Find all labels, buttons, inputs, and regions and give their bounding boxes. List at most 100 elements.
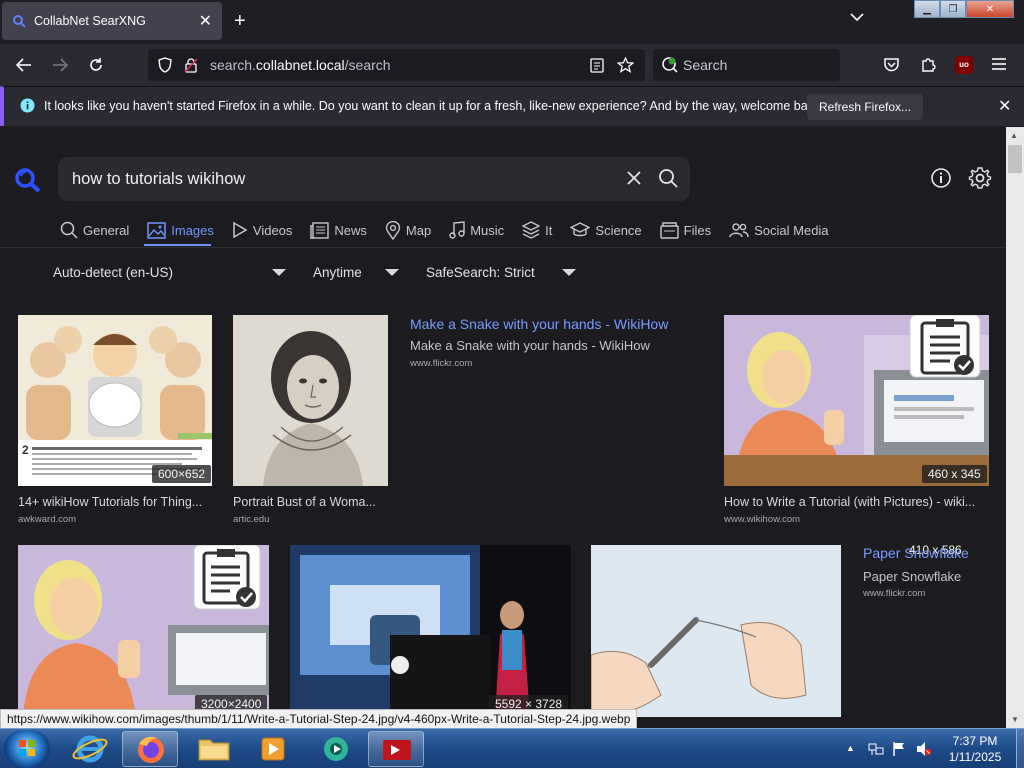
extensions-puzzle-icon[interactable]: [920, 56, 937, 73]
tab-general-label: General: [83, 222, 130, 238]
safesearch-select[interactable]: SafeSearch: Strict: [426, 265, 535, 280]
taskbar-firefox[interactable]: [122, 731, 178, 767]
media-player-icon: [261, 737, 285, 761]
pocket-icon[interactable]: [883, 57, 900, 73]
searxng-logo-icon[interactable]: [14, 167, 42, 193]
tab-images[interactable]: Images: [147, 221, 214, 239]
safesearch-dropdown-icon[interactable]: [562, 269, 576, 276]
forward-button[interactable]: [48, 54, 72, 76]
reload-button[interactable]: [84, 54, 108, 76]
people-icon: [729, 223, 749, 238]
network-icon[interactable]: [868, 742, 884, 756]
windows-logo-icon: [19, 740, 35, 756]
window-minimize-button[interactable]: ▁: [914, 0, 940, 18]
refresh-firefox-button[interactable]: Refresh Firefox...: [807, 94, 924, 120]
bookmark-star-icon[interactable]: [617, 57, 634, 73]
window-close-button[interactable]: ✕: [966, 0, 1014, 18]
search-submit-icon[interactable]: [658, 168, 678, 188]
ublock-origin-icon[interactable]: uo: [955, 56, 973, 74]
insecure-lock-icon[interactable]: [184, 57, 198, 73]
list-all-tabs-icon[interactable]: [850, 12, 864, 22]
language-select[interactable]: Auto-detect (en-US): [53, 265, 173, 280]
category-tabs: General Images Videos News Map Music It: [60, 219, 847, 241]
tab-searxng[interactable]: CollabNet SearXNG ✕: [2, 2, 222, 40]
reader-view-icon[interactable]: [590, 58, 604, 73]
result-image-1[interactable]: 2: [18, 315, 212, 486]
show-hidden-icons-icon[interactable]: ▲: [846, 743, 855, 753]
window-restore-button[interactable]: ❐: [940, 0, 966, 18]
address-bar[interactable]: search.collabnet.local/search: [148, 49, 645, 81]
time-range-dropdown-icon[interactable]: [385, 269, 399, 276]
tab-music[interactable]: Music: [449, 221, 504, 239]
searxng-favicon-icon: [13, 15, 26, 28]
action-center-flag-icon[interactable]: [892, 741, 906, 757]
internet-explorer-icon: [72, 735, 108, 763]
result-image-7[interactable]: [591, 545, 841, 717]
image-icon: [147, 221, 166, 239]
taskbar-clock[interactable]: 7:37 PM 1/11/2025: [934, 733, 1016, 765]
tab-it[interactable]: It: [522, 221, 552, 239]
result-subtitle-8: Paper Snowflake: [863, 569, 962, 584]
web-search-box[interactable]: Search: [653, 49, 840, 81]
link-status-bar: https://www.wikihow.com/images/thumb/1/1…: [0, 709, 638, 729]
page-scrollbar[interactable]: ▲: [1006, 127, 1024, 717]
search-query-box[interactable]: how to tutorials wikihow: [58, 157, 690, 201]
clock-time: 7:37 PM: [952, 734, 998, 748]
tab-videos[interactable]: Videos: [232, 222, 293, 238]
result-image-4[interactable]: [724, 315, 989, 486]
language-dropdown-icon[interactable]: [272, 269, 286, 276]
result-source-1: awkward.com: [18, 514, 77, 525]
hamburger-menu-icon[interactable]: [992, 58, 1006, 70]
time-range-select[interactable]: Anytime: [313, 265, 362, 280]
taskbar-red-app[interactable]: [368, 731, 424, 767]
notification-message: It looks like you haven't started Firefo…: [44, 99, 824, 113]
tab-files-label: Files: [683, 222, 712, 238]
notification-close-icon[interactable]: ✕: [998, 96, 1011, 116]
about-info-icon[interactable]: [930, 167, 952, 189]
preferences-gear-icon[interactable]: [968, 166, 992, 190]
tab-it-label: It: [545, 222, 553, 238]
result-title-1[interactable]: 14+ wikiHow Tutorials for Thing...: [18, 495, 212, 509]
taskbar-media-player[interactable]: [245, 731, 301, 767]
result-image-5[interactable]: [18, 545, 269, 717]
tab-videos-label: Videos: [252, 222, 293, 238]
tab-files[interactable]: Files: [659, 221, 712, 239]
tab-close-icon[interactable]: ✕: [199, 11, 212, 31]
files-icon: [659, 221, 679, 239]
scroll-up-arrow-icon[interactable]: ▲: [1010, 131, 1018, 140]
clock-date: 1/11/2025: [948, 750, 1002, 764]
tab-map-label: Map: [405, 222, 432, 238]
clear-query-icon[interactable]: [624, 168, 644, 188]
show-desktop-button[interactable]: [1016, 729, 1024, 768]
taskbar-internet-explorer[interactable]: [62, 731, 118, 767]
tab-map[interactable]: Map: [385, 220, 432, 240]
back-button[interactable]: [12, 54, 36, 76]
result-title-2[interactable]: Portrait Bust of a Woma...: [233, 495, 388, 509]
taskbar-file-explorer[interactable]: [186, 731, 242, 767]
result-image-2[interactable]: [233, 315, 388, 486]
shield-icon[interactable]: [158, 57, 172, 73]
scrollbar-thumb[interactable]: [1008, 145, 1022, 173]
search-results-page: how to tutorials wikihow General Images …: [0, 127, 1006, 717]
volume-muted-icon[interactable]: [916, 741, 932, 757]
scroll-down-arrow-icon[interactable]: ▼: [1006, 711, 1024, 729]
result-title-8[interactable]: Paper Snowflake: [863, 545, 969, 561]
cartoon-group-illustration: 2: [18, 315, 212, 486]
taskbar-green-app[interactable]: [308, 731, 364, 767]
result-title-3[interactable]: Make a Snake with your hands - WikiHow: [410, 316, 668, 332]
search-query-input[interactable]: how to tutorials wikihow: [72, 170, 245, 189]
conference-speaker-photo: [290, 545, 571, 717]
info-icon: [20, 98, 35, 113]
new-tab-button[interactable]: +: [234, 10, 246, 32]
tab-general[interactable]: General: [60, 221, 129, 239]
tab-title: CollabNet SearXNG: [34, 14, 146, 28]
woman-thumbs-up-illustration: [18, 545, 269, 717]
tab-science[interactable]: Science: [570, 221, 642, 239]
result-image-6[interactable]: [290, 545, 571, 717]
result-title-4[interactable]: How to Write a Tutorial (with Pictures) …: [724, 495, 989, 509]
tab-social-media[interactable]: Social Media: [729, 222, 829, 238]
image-dimensions-1: 600×652: [152, 465, 212, 483]
tab-news[interactable]: News: [310, 221, 367, 239]
start-button[interactable]: [4, 730, 50, 768]
search-filters: Auto-detect (en-US) Anytime SafeSearch: …: [0, 262, 1006, 282]
